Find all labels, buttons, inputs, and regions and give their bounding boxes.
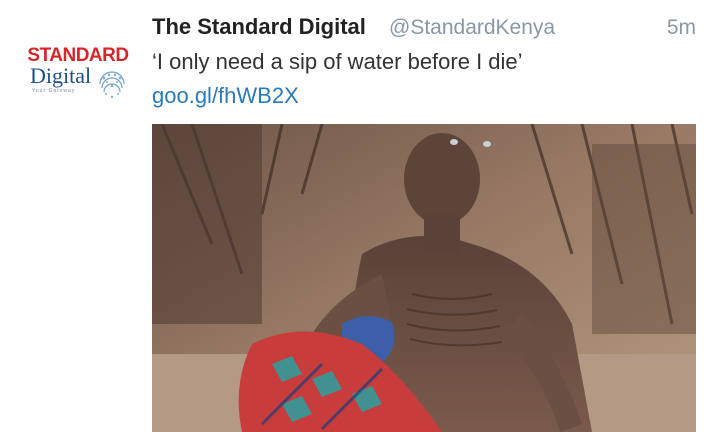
logo-swirl-icon [99,71,125,99]
photo-illustration [152,124,696,432]
tweet-photo[interactable] [152,124,696,432]
tweet-card[interactable]: STANDARD Digital Your Gateway The Standa… [0,0,720,432]
account-name[interactable]: The Standard Digital [152,14,366,40]
tweet-link[interactable]: goo.gl/fhWB2X [152,83,299,109]
timestamp[interactable]: 5m [667,16,696,40]
account-handle[interactable]: @StandardKenya [389,16,555,40]
tweet-text: ‘I only need a sip of water before I die… [152,49,523,74]
logo-tagline: Your Gateway [32,88,76,94]
logo-digital-text: Digital [30,63,92,88]
avatar[interactable]: STANDARD Digital Your Gateway [24,46,132,102]
